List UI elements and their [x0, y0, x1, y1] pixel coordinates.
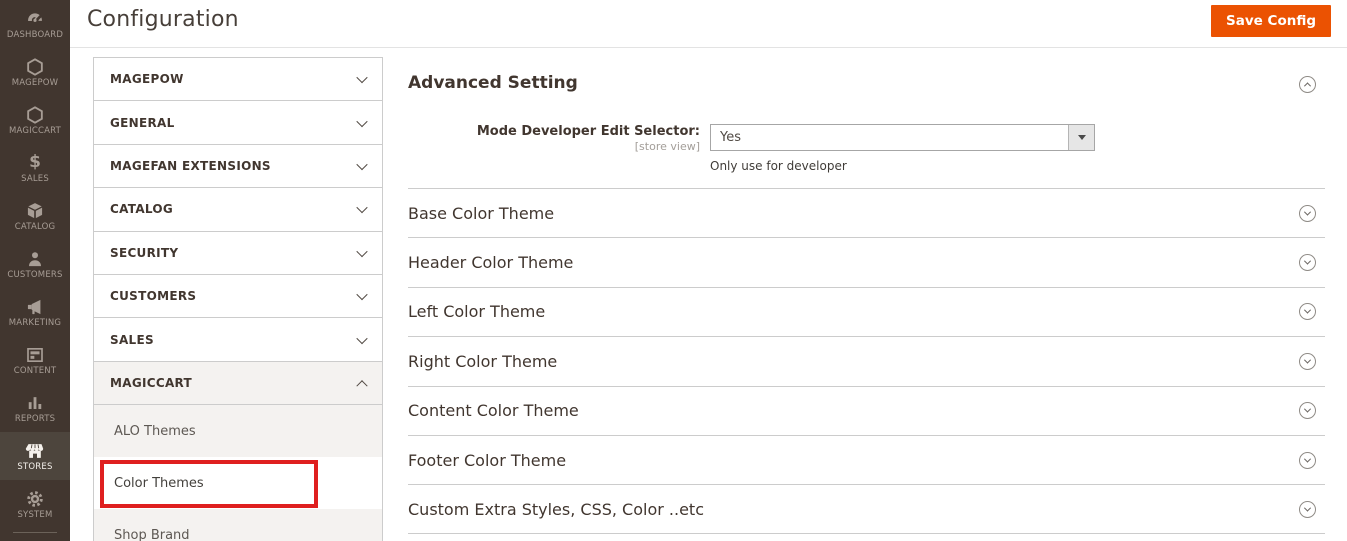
bar-chart-icon — [25, 393, 45, 413]
dropdown-arrow-icon — [1068, 125, 1094, 150]
config-nav-item-color-themes[interactable]: Color Themes — [94, 457, 382, 510]
chevron-down-icon — [356, 245, 368, 257]
chevron-down-circle-icon — [1303, 307, 1312, 315]
field-label: Mode Developer Edit Selector: — [476, 124, 700, 139]
sidebar-item-label: CUSTOMERS — [7, 269, 63, 280]
config-nav-item-alo-themes[interactable]: ALO Themes — [94, 405, 382, 458]
dashboard-icon — [25, 9, 45, 29]
sidebar-item-magiccart[interactable]: MAGICCART — [0, 96, 70, 144]
sidebar-item-stores[interactable]: STORES — [0, 432, 70, 480]
section-header-footer-color-theme[interactable]: Footer Color Theme — [408, 434, 1325, 484]
field-scope-label: [store view] — [634, 139, 700, 153]
collapsed-sections-list: Base Color Theme Header Color Theme Left… — [408, 188, 1325, 534]
section-header-right-color-theme[interactable]: Right Color Theme — [408, 336, 1325, 385]
sidebar-item-marketing[interactable]: MARKETING — [0, 288, 70, 336]
sidebar-item-label: CATALOG — [14, 221, 56, 232]
section-header-header-color-theme[interactable]: Header Color Theme — [408, 237, 1325, 286]
expand-section-button[interactable] — [1299, 500, 1316, 518]
config-nav-group-customers[interactable]: CUSTOMERS — [94, 274, 382, 319]
gear-icon — [25, 489, 45, 509]
chevron-down-circle-icon — [1303, 455, 1312, 463]
sidebar-item-reports[interactable]: REPORTS — [0, 384, 70, 432]
sidebar-item-label: MAGEPOW — [11, 77, 59, 88]
sidebar-item-label: SALES — [21, 173, 49, 184]
chevron-down-icon — [356, 332, 368, 344]
hexagon-icon — [25, 105, 45, 125]
chevron-down-circle-icon — [1303, 504, 1312, 512]
chevron-down-icon — [356, 289, 368, 301]
config-nav-group-catalog[interactable]: CATALOG — [94, 188, 382, 232]
collapse-section-button[interactable] — [1299, 76, 1316, 93]
chevron-down-circle-icon — [1303, 208, 1312, 216]
sidebar-item-system[interactable]: SYSTEM — [0, 480, 70, 528]
sidebar-item-label: MARKETING — [8, 317, 62, 328]
select-value: Yes — [720, 130, 741, 145]
chevron-down-icon — [356, 158, 368, 171]
chevron-down-icon — [356, 202, 368, 214]
sidebar-item-magepow[interactable]: MAGEPOW — [0, 48, 70, 96]
sidebar-item-catalog[interactable]: CATALOG — [0, 192, 70, 240]
chevron-up-icon — [356, 380, 368, 392]
sidebar-item-label: MAGICCART — [8, 125, 62, 136]
chevron-down-circle-icon — [1303, 356, 1312, 364]
megaphone-icon — [25, 297, 45, 317]
config-nav-group-security[interactable]: SECURITY — [94, 231, 382, 275]
section-header-left-color-theme[interactable]: Left Color Theme — [408, 286, 1325, 336]
config-nav-group-magepow[interactable]: MAGEPOW — [94, 58, 382, 102]
expand-section-button[interactable] — [1299, 303, 1316, 321]
advanced-setting-title: Advanced Setting — [408, 73, 578, 93]
expand-section-button[interactable] — [1299, 451, 1316, 469]
config-nav-group-general[interactable]: GENERAL — [94, 101, 382, 145]
section-header-custom-extra-styles[interactable]: Custom Extra Styles, CSS, Color ..etc — [408, 484, 1325, 534]
config-section-nav: MAGEPOW GENERAL MAGEFAN EXTENSIONS CATAL… — [93, 57, 383, 541]
sidebar-item-dashboard[interactable]: DASHBOARD — [0, 0, 70, 48]
section-header-base-color-theme[interactable]: Base Color Theme — [408, 188, 1325, 237]
expand-section-button[interactable] — [1299, 402, 1316, 420]
section-header-content-color-theme[interactable]: Content Color Theme — [408, 385, 1325, 435]
sidebar-divider — [13, 532, 57, 533]
chevron-down-circle-icon — [1303, 405, 1312, 413]
chevron-down-icon — [356, 115, 368, 127]
sidebar-item-label: SYSTEM — [17, 509, 53, 520]
sidebar-item-label: STORES — [17, 461, 53, 472]
chevron-up-circle-icon — [1303, 82, 1312, 90]
sidebar-item-label: CONTENT — [13, 365, 57, 376]
config-nav-item-shop-brand[interactable]: Shop Brand — [94, 509, 382, 541]
dollar-icon: $ — [29, 152, 41, 173]
expand-section-button[interactable] — [1299, 204, 1316, 222]
box-icon — [25, 201, 45, 221]
sidebar-item-label: REPORTS — [14, 413, 56, 424]
chevron-down-icon — [356, 72, 368, 84]
config-nav-group-sales[interactable]: SALES — [94, 318, 382, 362]
save-config-button[interactable]: Save Config — [1211, 5, 1331, 37]
expand-section-button[interactable] — [1299, 352, 1316, 370]
sidebar-item-sales[interactable]: $ SALES — [0, 144, 70, 192]
sidebar-item-content[interactable]: CONTENT — [0, 336, 70, 384]
chevron-down-circle-icon — [1303, 257, 1312, 265]
magiccart-sub-list: ALO Themes Color Themes Shop Brand — [94, 405, 382, 541]
sidebar-item-label: DASHBOARD — [6, 29, 64, 40]
page-title: Configuration — [87, 7, 239, 32]
storefront-icon — [25, 441, 45, 461]
sidebar-item-customers[interactable]: CUSTOMERS — [0, 240, 70, 288]
hexagon-icon — [25, 57, 45, 77]
admin-sidebar: DASHBOARD MAGEPOW MAGICCART $ SALES CATA… — [0, 0, 70, 541]
expand-section-button[interactable] — [1299, 254, 1316, 272]
person-icon — [25, 249, 45, 269]
config-nav-group-magiccart[interactable]: MAGICCART — [94, 361, 382, 406]
mode-developer-select[interactable]: Yes — [710, 124, 1095, 151]
layout-icon — [25, 345, 45, 365]
page-header: Configuration Save Config — [70, 0, 1347, 48]
field-note: Only use for developer — [710, 159, 847, 173]
config-nav-group-magefan-extensions[interactable]: MAGEFAN EXTENSIONS — [94, 144, 382, 189]
